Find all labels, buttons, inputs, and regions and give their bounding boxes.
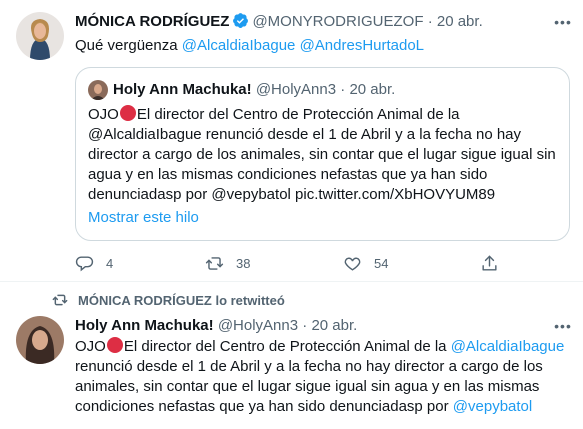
quote-time: 20 abr. [349, 81, 396, 98]
tweet-header: MÓNICA RODRÍGUEZ @MONYRODRIGUEZOF · 20 ab… [75, 12, 483, 35]
quote-avatar [88, 80, 108, 100]
quote-text-start: OJO [88, 106, 119, 123]
mention-alcaldia[interactable]: @AlcaldiaIbague [451, 338, 565, 355]
verified-badge-icon [232, 12, 249, 35]
more-icon[interactable]: ••• [553, 12, 573, 32]
author-handle[interactable]: @HolyAnn3 [218, 317, 298, 334]
tweet-text: Qué vergüenza @AlcaldiaIbague @AndresHur… [75, 36, 424, 56]
reply-count: 4 [106, 255, 114, 271]
quote-text-rest: El director del Centro de Protección Ani… [88, 106, 556, 203]
like-count: 54 [374, 255, 389, 271]
share-icon [482, 255, 497, 271]
retweet-icon [205, 256, 224, 270]
retweet-count: 38 [236, 255, 251, 271]
quote-author-name: Holy Ann Machuka! [113, 81, 252, 98]
red-circle-emoji-icon [119, 105, 136, 121]
more-icon[interactable]: ••• [553, 316, 573, 336]
quote-separator: · [340, 81, 346, 98]
author-name[interactable]: Holy Ann Machuka! [75, 317, 214, 334]
tweet-time[interactable]: 20 abr. [437, 13, 483, 30]
tweet-text: OJO El director del Centro de Protección … [75, 337, 570, 417]
tweet-holyann[interactable]: MÓNICA RODRÍGUEZ lo retwitteó Holy Ann M… [0, 283, 583, 429]
red-circle-emoji-icon [106, 337, 123, 353]
tweet-time[interactable]: 20 abr. [311, 317, 357, 334]
avatar-holyann[interactable] [16, 316, 64, 364]
quote-header: Holy Ann Machuka! @HolyAnn3 · 20 abr. [113, 80, 395, 100]
tweet-actions: 4 38 54 [75, 251, 515, 275]
mention-andres[interactable]: @AndresHurtadoL [300, 37, 424, 54]
tweet-text-start: OJO [75, 338, 106, 355]
mention-vepybatol[interactable]: @vepybatol [453, 398, 532, 415]
separator-dot: · [302, 317, 308, 334]
tweet-mrodriguez[interactable]: MÓNICA RODRÍGUEZ @MONYRODRIGUEZOF · 20 ab… [0, 0, 583, 282]
avatar-mrodriguez[interactable] [16, 12, 64, 60]
retweet-button[interactable]: 38 [205, 251, 250, 275]
author-name[interactable]: MÓNICA RODRÍGUEZ [75, 13, 229, 30]
reply-icon [75, 255, 94, 271]
retweeted-by-text[interactable]: MÓNICA RODRÍGUEZ lo retwitteó [78, 293, 285, 308]
like-icon [344, 257, 361, 271]
tweet-header: Holy Ann Machuka! @HolyAnn3 · 20 abr. [75, 316, 357, 336]
like-button[interactable]: 54 [343, 251, 388, 275]
reply-button[interactable]: 4 [75, 251, 113, 275]
share-button[interactable] [480, 251, 511, 275]
separator-dot: · [427, 13, 433, 30]
tweet-text-mid: El director del Centro de Protección Ani… [123, 338, 451, 355]
tweet-text-prefix: Qué vergüenza [75, 37, 182, 54]
show-thread-link[interactable]: Mostrar este hilo [88, 208, 199, 228]
quoted-tweet[interactable]: Holy Ann Machuka! @HolyAnn3 · 20 abr. OJ… [75, 67, 570, 241]
retweet-icon [52, 294, 68, 306]
mention-alcaldia[interactable]: @AlcaldiaIbague [182, 37, 296, 54]
author-handle[interactable]: @MONYRODRIGUEZOF [252, 13, 423, 30]
retweet-context: MÓNICA RODRÍGUEZ lo retwitteó [52, 292, 285, 309]
quote-author-handle: @HolyAnn3 [255, 81, 337, 98]
quote-text: OJO El director del Centro de Protección … [88, 105, 558, 205]
